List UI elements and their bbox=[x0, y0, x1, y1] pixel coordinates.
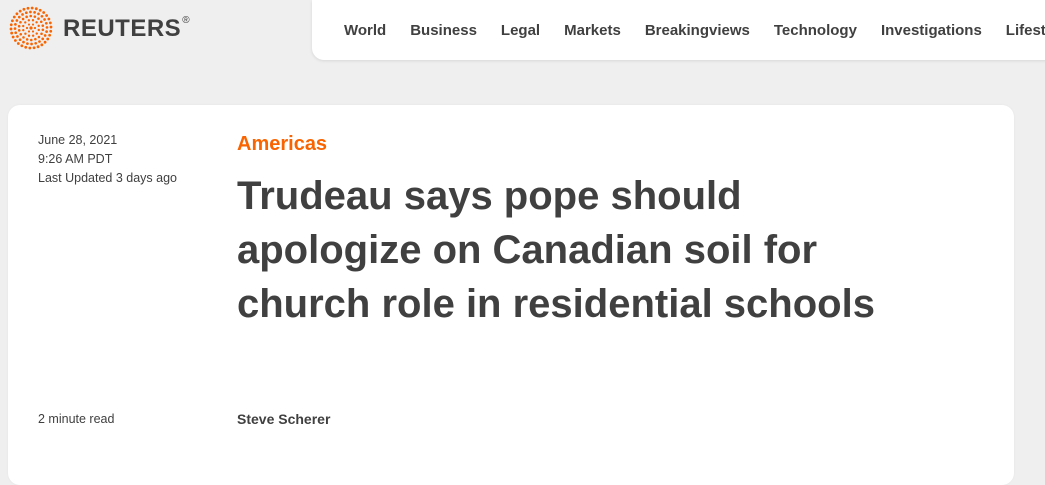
nav-item-markets[interactable]: Markets bbox=[564, 22, 621, 39]
author-link[interactable]: Steve Scherer bbox=[237, 411, 330, 427]
reuters-logo[interactable]: REUTERS® bbox=[8, 6, 190, 50]
publish-time: 9:26 AM PDT bbox=[38, 152, 113, 166]
reuters-logo-icon bbox=[9, 6, 53, 50]
publish-date: June 28, 2021 bbox=[38, 133, 118, 147]
main-nav: World Business Legal Markets Breakingvie… bbox=[312, 0, 1045, 60]
nav-item-legal[interactable]: Legal bbox=[501, 22, 540, 39]
article-headline: Trudeau says pope should apologize on Ca… bbox=[237, 174, 875, 326]
nav-item-world[interactable]: World bbox=[344, 22, 386, 39]
nav-item-breakingviews[interactable]: Breakingviews bbox=[645, 22, 750, 39]
article-card: June 28, 2021 9:26 AM PDT Last Updated 3… bbox=[8, 105, 1014, 485]
read-time: 2 minute read bbox=[38, 412, 115, 426]
nav-item-business[interactable]: Business bbox=[410, 22, 477, 39]
article-meta: June 28, 2021 9:26 AM PDT Last Updated 3… bbox=[38, 131, 177, 188]
section-link[interactable]: Americas bbox=[237, 133, 327, 156]
nav-item-technology[interactable]: Technology bbox=[774, 22, 857, 39]
nav-item-investigations[interactable]: Investigations bbox=[881, 22, 982, 39]
last-updated: Last Updated 3 days ago bbox=[38, 171, 177, 185]
nav-item-lifestyle[interactable]: Lifestyle bbox=[1006, 22, 1045, 39]
brand-name: REUTERS® bbox=[63, 15, 191, 42]
